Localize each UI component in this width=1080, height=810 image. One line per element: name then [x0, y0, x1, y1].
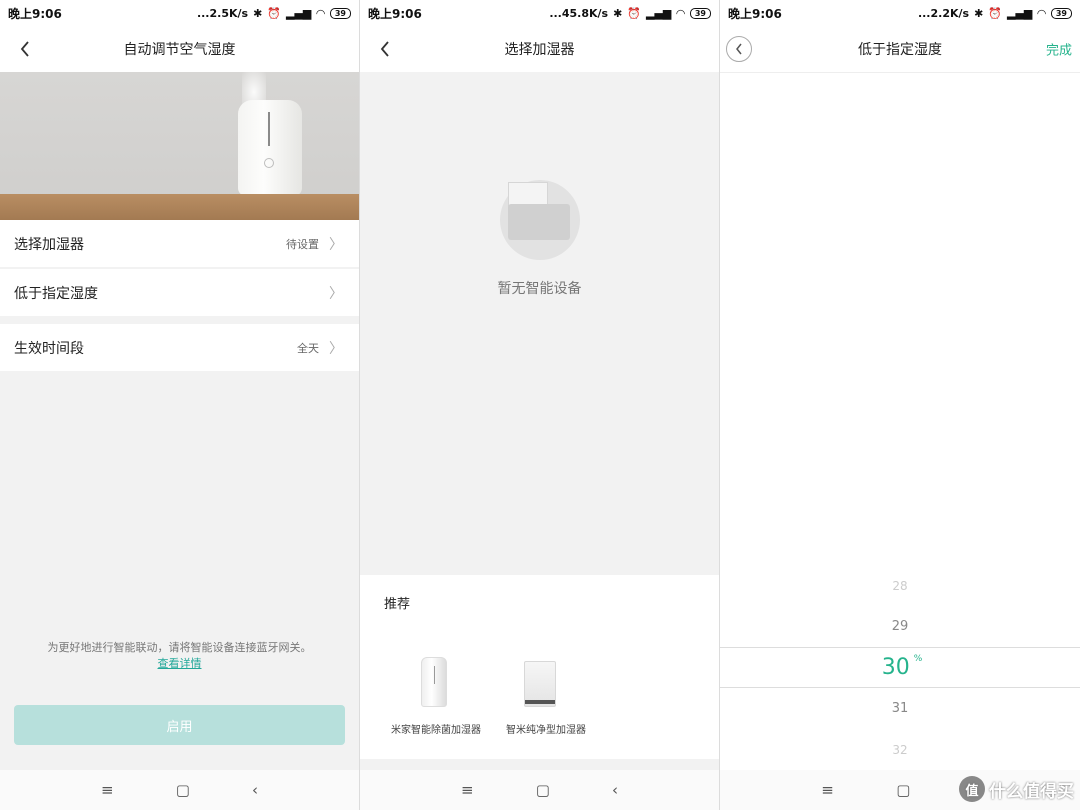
humidifier-photo: [0, 72, 359, 220]
picker-option[interactable]: 29: [720, 606, 1080, 647]
status-time: 晚上9:06: [8, 6, 62, 21]
watermark: 值 什么值得买: [959, 776, 1074, 802]
details-link[interactable]: 查看详情: [158, 657, 202, 670]
recommend-item[interactable]: 智米纯净型加湿器: [494, 653, 598, 736]
home-icon[interactable]: ▢: [896, 781, 910, 799]
battery-icon: 39: [689, 7, 711, 19]
picker-option[interactable]: 31: [720, 688, 1080, 729]
watermark-logo: 值: [959, 776, 985, 802]
humidity-picker[interactable]: 28 29 30 % 31 32: [720, 565, 1080, 770]
menu-icon[interactable]: ≡: [101, 781, 114, 799]
wifi-icon: ◠: [1037, 6, 1046, 20]
row-value: 待设置: [286, 237, 319, 251]
chevron-right-icon: 〉: [329, 285, 343, 302]
alarm-icon: ⏰: [988, 6, 1002, 20]
network-speed: ...45.8K/s: [549, 6, 609, 20]
row-value: 全天: [297, 341, 319, 355]
system-nav: ≡ ▢ ‹: [360, 770, 719, 810]
menu-icon[interactable]: ≡: [821, 781, 834, 799]
humidifier-image: [384, 653, 488, 709]
back-icon[interactable]: [726, 36, 752, 62]
back-nav-icon[interactable]: ‹: [612, 781, 618, 799]
picker-selected[interactable]: 30 %: [720, 647, 1080, 688]
nav-bar: 自动调节空气湿度: [0, 26, 359, 72]
recommend-section: 推荐 米家智能除菌加湿器 智米纯净型加湿器: [360, 575, 719, 759]
network-speed: ...2.5K/s: [196, 6, 249, 20]
bluetooth-icon: ✱: [613, 6, 623, 20]
page-title: 选择加湿器: [504, 42, 575, 58]
row-active-period[interactable]: 生效时间段 全天〉: [0, 324, 359, 371]
screen-auto-humidity: 晚上9:06 ...2.5K/s ✱ ⏰ ▂▄▆ ◠ 39 自动调节空气湿度 选…: [0, 0, 360, 810]
recommend-title: 推荐: [384, 597, 411, 612]
wifi-icon: ◠: [316, 6, 325, 20]
system-nav: ≡ ▢ ‹: [0, 770, 359, 810]
home-icon[interactable]: ▢: [536, 781, 550, 799]
row-label: 低于指定湿度: [14, 285, 98, 302]
status-time: 晚上9:06: [728, 6, 782, 21]
menu-icon[interactable]: ≡: [461, 781, 474, 799]
screen-select-humidifier: 晚上9:06 ...45.8K/s ✱ ⏰ ▂▄▆ ◠ 39 选择加湿器 暂无智…: [360, 0, 720, 810]
row-below-humidity[interactable]: 低于指定湿度 〉: [0, 269, 359, 316]
status-time: 晚上9:06: [368, 6, 422, 21]
home-icon[interactable]: ▢: [176, 781, 190, 799]
back-nav-icon[interactable]: ‹: [252, 781, 258, 799]
nav-bar: 低于指定湿度 完成: [720, 26, 1080, 72]
chevron-right-icon: 〉: [329, 340, 343, 357]
empty-text: 暂无智能设备: [497, 281, 582, 297]
empty-state: 暂无智能设备: [360, 180, 719, 298]
chevron-right-icon: 〉: [329, 236, 343, 253]
signal-icon: ▂▄▆: [646, 6, 672, 20]
wifi-icon: ◠: [676, 6, 685, 20]
page-title: 低于指定湿度: [858, 42, 942, 58]
battery-icon: 39: [1050, 7, 1072, 19]
alarm-icon: ⏰: [267, 6, 281, 20]
picker-option[interactable]: 32: [720, 729, 1080, 770]
recommend-item-name: 米家智能除菌加湿器: [391, 725, 481, 736]
bluetooth-icon: ✱: [253, 6, 263, 20]
watermark-text: 什么值得买: [989, 781, 1074, 802]
done-button[interactable]: 完成: [1046, 40, 1072, 59]
nav-bar: 选择加湿器: [360, 26, 719, 72]
screen-below-humidity: 晚上9:06 ...2.2K/s ✱ ⏰ ▂▄▆ ◠ 39 低于指定湿度 完成 …: [720, 0, 1080, 810]
alarm-icon: ⏰: [627, 6, 641, 20]
network-speed: ...2.2K/s: [917, 6, 970, 20]
battery-icon: 39: [329, 7, 351, 19]
status-bar: 晚上9:06 ...45.8K/s ✱ ⏰ ▂▄▆ ◠ 39: [360, 0, 719, 26]
signal-icon: ▂▄▆: [286, 6, 312, 20]
back-icon[interactable]: [14, 38, 36, 60]
humidifier-image: [494, 653, 598, 709]
gateway-note: 为更好地进行智能联动，请将智能设备连接蓝牙网关。 查看详情: [0, 640, 359, 672]
status-bar: 晚上9:06 ...2.5K/s ✱ ⏰ ▂▄▆ ◠ 39: [0, 0, 359, 26]
note-text: 为更好地进行智能联动，请将智能设备连接蓝牙网关。: [47, 641, 312, 654]
recommend-item-name: 智米纯净型加湿器: [506, 725, 586, 736]
no-device-illustration: [499, 180, 580, 260]
signal-icon: ▂▄▆: [1007, 6, 1033, 20]
page-title: 自动调节空气湿度: [123, 42, 236, 58]
recommend-item[interactable]: 米家智能除菌加湿器: [384, 653, 488, 736]
status-bar: 晚上9:06 ...2.2K/s ✱ ⏰ ▂▄▆ ◠ 39: [720, 0, 1080, 26]
picker-selected-value: 30: [881, 655, 910, 680]
row-select-humidifier[interactable]: 选择加湿器 待设置〉: [0, 220, 359, 267]
picker-unit: %: [913, 653, 923, 664]
picker-option[interactable]: 28: [720, 565, 1080, 606]
enable-button[interactable]: 启用: [14, 705, 345, 745]
back-icon[interactable]: [374, 38, 396, 60]
row-label: 生效时间段: [14, 340, 84, 357]
bluetooth-icon: ✱: [974, 6, 984, 20]
row-label: 选择加湿器: [14, 236, 84, 253]
